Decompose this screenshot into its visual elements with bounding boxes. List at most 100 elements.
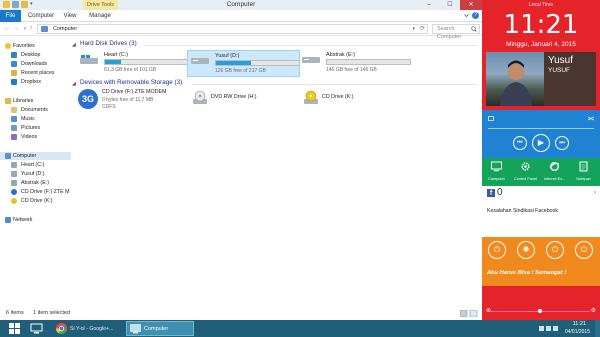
up-arrow-icon[interactable]: ↑ (27, 25, 35, 33)
volume-tray-icon[interactable] (553, 326, 558, 331)
user-tile[interactable]: Yusuf YUSUF (486, 52, 596, 106)
close-button[interactable]: ✕ (460, 0, 482, 10)
collapse-group-icon[interactable]: ◢ (72, 81, 76, 87)
nav-favorites[interactable]: Favorites (0, 42, 71, 50)
chevron-right-icon[interactable]: › (594, 190, 596, 196)
drive-tile-h[interactable]: DVD RW Drive (H:) (189, 88, 299, 114)
logoff-button[interactable]: ⏻ (488, 241, 506, 259)
tray-arrow-icon[interactable] (539, 326, 544, 331)
media-progress-bar[interactable] (488, 128, 594, 129)
nav-dropbox[interactable]: Dropbox (0, 78, 71, 86)
drive-tile-c[interactable]: Heart (C:) 81,3 GB free of 101 GB (77, 50, 190, 77)
nav-drive-k[interactable]: CD Drive (K:) (0, 197, 71, 205)
drive-usage-bar (215, 60, 300, 66)
sleep-button[interactable]: ✺ (517, 241, 535, 259)
minimize-button[interactable]: – (420, 0, 438, 10)
drive-tile-e[interactable]: Abstrak (E:) 146 GB free of 146 GB (299, 50, 412, 77)
tab-view[interactable]: View (60, 10, 80, 22)
sidebar-footer: ⊕ ⚙ (482, 286, 600, 320)
nav-libraries[interactable]: Libraries (0, 97, 71, 105)
apps-row: Computer Control Panel Internet Ex... No… (482, 158, 600, 186)
drive-size: 0 bytes free of 11,7 MB (102, 97, 154, 103)
repeat-icon[interactable] (488, 116, 494, 121)
address-dropdown-icon[interactable]: ▾ (412, 25, 415, 33)
app-control-panel[interactable]: Control Panel (511, 158, 540, 186)
nav-drive-f[interactable]: CD Drive (F:) ZTE M (0, 188, 71, 196)
search-input[interactable]: Search Computer (432, 24, 480, 40)
tab-computer[interactable]: Computer (26, 10, 56, 22)
chrome-icon (55, 323, 68, 335)
group-header-hdd[interactable]: Hard Disk Drives (3) (80, 40, 137, 48)
collapse-group-icon[interactable]: ◢ (72, 42, 76, 48)
drive-tile-f[interactable]: 3G CD Drive (F:) ZTE MODEM 0 bytes free … (77, 88, 187, 114)
tab-file[interactable]: File (0, 10, 21, 22)
windows-start-icon[interactable] (8, 322, 21, 335)
nav-drive-d[interactable]: Yusuf (D:) (0, 170, 71, 178)
app-computer[interactable]: Computer (482, 158, 511, 186)
next-track-button[interactable]: ⏭ (555, 136, 569, 150)
content-pane: ◢ Hard Disk Drives (3) Heart (C:) 81,3 G… (72, 37, 482, 307)
computer-icon (41, 26, 48, 32)
computer-icon (130, 324, 141, 334)
drive-name: Abstrak (E:) (326, 52, 356, 58)
taskbar-computer[interactable]: Computer (126, 321, 194, 336)
drive-usage-fill (216, 61, 251, 65)
network-tray-icon[interactable] (546, 326, 551, 331)
group-header-removable[interactable]: Devices with Removable Storage (3) (80, 79, 182, 87)
nav-computer[interactable]: Computer (0, 152, 71, 160)
refresh-icon[interactable]: ⟳ (420, 25, 425, 33)
drive-name: DVD RW Drive (H:) (211, 94, 257, 100)
drive-tile-k[interactable]: CD Drive (K:) (300, 88, 410, 114)
app-internet-explorer[interactable]: Internet Ex... (540, 158, 569, 186)
nav-documents[interactable]: Documents (0, 106, 71, 114)
nav-music[interactable]: Music (0, 115, 71, 123)
desktop-icon (11, 52, 17, 58)
nav-drive-c[interactable]: Heart (C:) (0, 161, 71, 169)
app-notepad[interactable]: Notepad (569, 158, 598, 186)
power-row: ⏻ ✺ ⏻ ⏻ (482, 237, 600, 264)
previous-track-button[interactable]: ⏮ (513, 136, 527, 150)
address-field[interactable]: Computer ▾ ⟳ (37, 24, 428, 34)
drive-tile-d[interactable]: Yusuf (D:) 126 GB free of 217 GB (187, 50, 300, 77)
cd-drive-icon (11, 198, 17, 204)
restart-button[interactable]: ⏻ (546, 241, 564, 259)
shutdown-button[interactable]: ⏻ (575, 241, 593, 259)
downloads-icon (11, 61, 17, 67)
taskbar-chrome[interactable]: Si Y-ol - Google+... (53, 321, 127, 336)
view-toggle-icons[interactable] (460, 310, 478, 317)
documents-icon (11, 107, 17, 113)
drive-size: 126 GB free of 217 GB (215, 68, 266, 74)
user-photo (486, 52, 544, 106)
play-button[interactable]: ▶ (532, 134, 550, 152)
nav-desktop[interactable]: Desktop (0, 51, 71, 59)
address-path: Computer (53, 26, 78, 32)
title-bar: ▾ Drive Tools Computer – ☐ ✕ (0, 0, 482, 10)
tray-time[interactable]: 11:21 (573, 321, 586, 327)
nav-videos[interactable]: Videos (0, 133, 71, 141)
taskbar-chrome-label: Si Y-ol - Google+... (70, 326, 114, 332)
nav-recent-places[interactable]: Recent places (0, 69, 71, 77)
nav-network[interactable]: Network (0, 216, 71, 224)
show-desktop-button[interactable] (595, 320, 600, 337)
help-button[interactable]: ? (472, 12, 479, 19)
desktop-icon[interactable] (30, 322, 43, 335)
taskbar: Si Y-ol - Google+... Computer 11:21 04/0… (0, 320, 600, 337)
notepad-icon (579, 161, 588, 172)
drive-usage-fill (105, 60, 122, 64)
windows-drive-icon (80, 55, 98, 64)
nav-pictures[interactable]: Pictures (0, 124, 71, 132)
back-arrow-icon[interactable]: ← (3, 25, 11, 33)
tab-manage[interactable]: Manage (86, 10, 114, 22)
page-indicator-dot[interactable] (538, 309, 542, 313)
chevron-down-icon[interactable] (464, 13, 469, 18)
shuffle-icon[interactable] (588, 116, 594, 121)
nav-downloads[interactable]: Downloads (0, 60, 71, 68)
nav-drive-e[interactable]: Abstrak (E:) (0, 179, 71, 187)
maximize-button[interactable]: ☐ (441, 0, 459, 10)
music-icon (11, 116, 17, 122)
forward-arrow-icon[interactable]: → (12, 25, 20, 33)
videos-icon (11, 134, 17, 140)
tray-date[interactable]: 04/01/2015 (565, 329, 590, 335)
settings-icon[interactable]: ⚙ (591, 307, 596, 314)
facebook-tile[interactable]: f 0 › Kesalahan Sindikasi Facebook (482, 186, 600, 237)
